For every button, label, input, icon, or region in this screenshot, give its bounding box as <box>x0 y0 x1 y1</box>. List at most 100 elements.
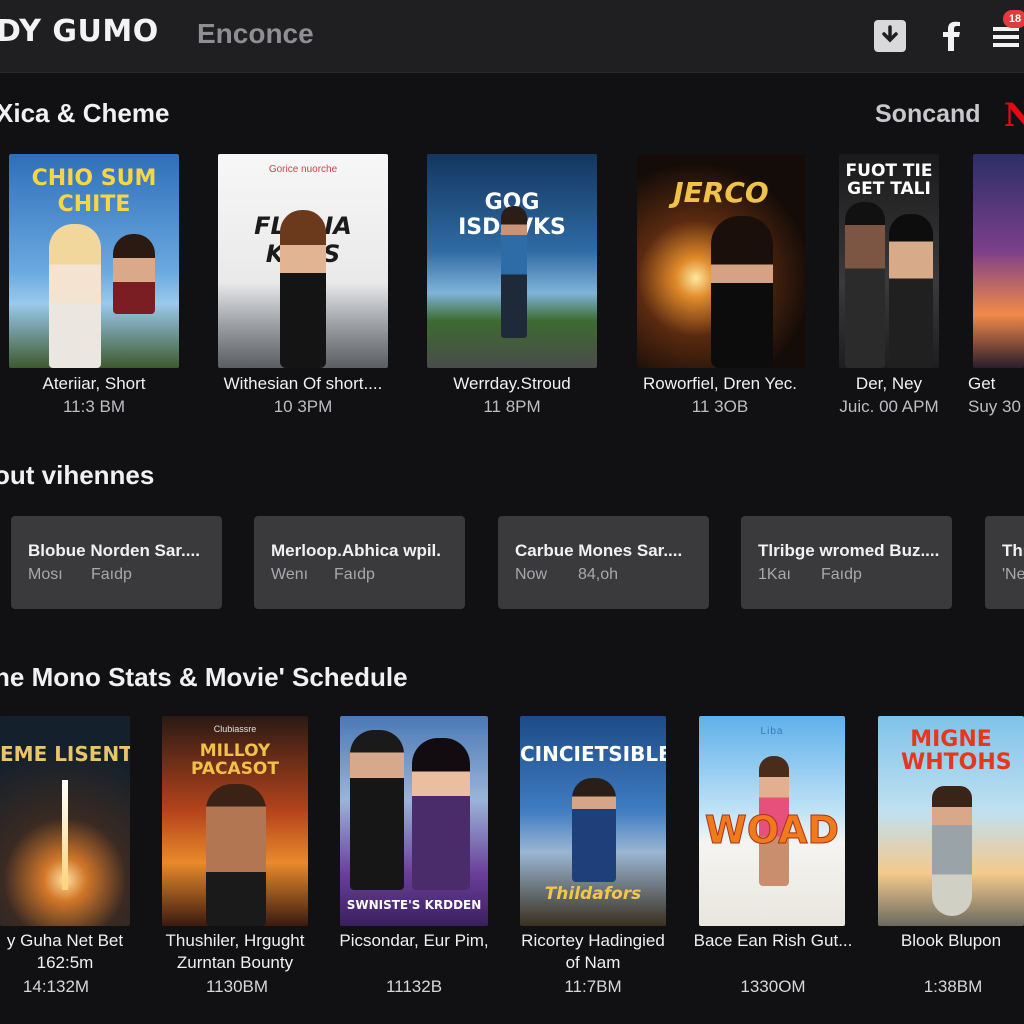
brand-letter: N <box>1004 96 1024 134</box>
poster-title: WOAD <box>704 808 840 853</box>
movie-title: Roworfiel, Dren Yec. <box>642 374 798 393</box>
card-title: Carbue Mones Sar.... <box>515 541 683 560</box>
movie-title: Bace Ean Rish Gut... <box>693 931 853 950</box>
movie-caption[interactable]: Ricortey Hadingied of Nam <box>493 930 693 974</box>
movie-title: Picsondar, Eur Pim, <box>339 931 489 950</box>
section-title: he Mono Stats & Movie' Schedule <box>0 662 408 692</box>
movie-caption[interactable]: Ateriiar, Short 11:3 BM <box>0 372 204 418</box>
card-meta: 'Ne <box>1002 566 1024 583</box>
movie-time: 11 8PM <box>483 397 541 416</box>
movie-caption[interactable]: Der, Ney Juic. 00 APM <box>779 372 999 418</box>
poster-figure <box>350 730 404 890</box>
movie-caption[interactable]: Picsondar, Eur Pim, <box>314 930 514 952</box>
section-title: out vihennes <box>0 460 155 490</box>
poster-figure <box>889 214 933 368</box>
card-meta: Now <box>515 566 548 583</box>
movie-caption[interactable]: Withesian Of short.... 10 3PM <box>193 372 413 418</box>
movie-caption[interactable]: Bace Ean Rish Gut... <box>673 930 873 952</box>
poster-figure <box>280 210 326 368</box>
movie-title: Werrday.Stroud <box>453 374 571 393</box>
card-meta: Faıdp <box>334 566 375 583</box>
movie-title: Ricortey Hadingied <box>521 931 665 950</box>
movie-poster[interactable]: Liba WOAD <box>699 716 845 926</box>
poster-figure <box>206 784 266 926</box>
nav-link[interactable]: Enconce <box>197 18 314 50</box>
search-link[interactable]: Soncand <box>875 100 981 129</box>
poster-subtitle: Thildafors <box>544 884 642 904</box>
movie-time: Juic. 00 APM <box>839 397 939 416</box>
poster-figure <box>845 202 885 368</box>
movie-subtitle: Zurntan Bounty <box>176 953 294 972</box>
poster-tagline: Clubiassre <box>213 724 257 734</box>
movie-subtitle: of Nam <box>565 953 621 972</box>
movie-time: 14:132M <box>22 977 90 996</box>
poster-title: SWNISTE'S KRDDEN <box>346 898 482 912</box>
movie-time: 11132B <box>385 977 443 996</box>
movie-poster[interactable]: SWNISTE'S KRDDEN <box>340 716 488 926</box>
movie-time: 1330OM <box>740 977 806 996</box>
movie-caption[interactable]: Werrday.Stroud 11 8PM <box>402 372 622 418</box>
download-icon[interactable] <box>872 18 908 54</box>
movie-poster[interactable]: JERCO <box>637 154 805 368</box>
card-meta: 84,oh <box>578 566 619 583</box>
movie-title: y Guha Net Bet <box>6 931 124 950</box>
poster-figure <box>932 786 972 916</box>
card-title: Tlribge wromed Buz.... <box>758 541 940 560</box>
top-bar: DY GUMO Enconce 18 <box>0 0 1024 73</box>
card-title: Blobue Norden Sar.... <box>28 541 200 560</box>
poster-figure <box>412 738 470 890</box>
show-card[interactable]: Carbue Mones Sar.... Now 84,oh <box>498 516 709 609</box>
card-meta: Faıdp <box>821 566 862 583</box>
poster-figure <box>501 206 527 338</box>
movie-poster[interactable]: Clubiassre MILLOY PACASOT <box>162 716 308 926</box>
movie-caption[interactable]: Get Suy 30 <box>968 372 1024 418</box>
poster-title: MIGNE WHTOHS <box>901 727 1012 775</box>
poster-title: CHIO SUM CHITE <box>31 166 157 217</box>
show-card[interactable]: Blobue Norden Sar.... Mosı Faıdp <box>11 516 222 609</box>
movie-poster[interactable]: FUOT TIE GET TALI <box>839 154 939 368</box>
card-title: Thı <box>1002 541 1024 560</box>
movie-poster[interactable]: MIGNE WHTOHS <box>878 716 1024 926</box>
poster-title: EME LISENTA <box>0 742 130 766</box>
poster-title: JERCO <box>673 176 769 209</box>
movie-caption[interactable]: Blook Blupon <box>851 930 1024 952</box>
movie-poster[interactable] <box>973 154 1024 368</box>
movie-poster[interactable]: CHIO SUM CHITE <box>9 154 179 368</box>
movie-poster[interactable]: Gorice nuorche FLADIA KUNS <box>218 154 388 368</box>
poster-tagline: Gorice nuorche <box>268 164 338 175</box>
movie-title: Ateriiar, Short <box>42 374 146 393</box>
movie-time: 10 3PM <box>273 397 333 416</box>
movie-poster[interactable]: GOG ISDAVKS <box>427 154 597 368</box>
card-meta: Mosı <box>28 566 63 583</box>
movie-time: Suy 30 <box>968 397 1021 416</box>
poster-title: FUOT TIE GET TALI <box>845 161 933 199</box>
movie-time: 11:7BM <box>564 977 622 996</box>
section-title: Xica & Cheme <box>0 98 170 128</box>
movie-title: Blook Blupon <box>900 931 1002 950</box>
movie-title: Thushiler, Hrgught <box>165 931 305 950</box>
card-title: Merloop.Abhica wpil. <box>271 541 442 560</box>
movie-time: 1:38BM <box>923 977 983 996</box>
movie-poster[interactable]: EME LISENTA <box>0 716 130 926</box>
movie-time: 11:3 BM <box>62 397 126 416</box>
poster-tagline: Liba <box>760 726 784 737</box>
card-meta: Wenı <box>271 566 309 583</box>
card-meta: Faıdp <box>91 566 132 583</box>
poster-beam <box>62 780 68 890</box>
notification-badge: 18 <box>1003 10 1024 28</box>
poster-figure <box>711 216 773 368</box>
poster-title: CINCIETSIBLE <box>520 742 666 766</box>
show-card[interactable]: Merloop.Abhica wpil. Wenı Faıdp <box>254 516 465 609</box>
card-meta: 1Kaı <box>758 566 791 583</box>
show-card[interactable]: Thı 'Ne <box>985 516 1024 609</box>
movie-caption[interactable]: Thushiler, Hrgught Zurntan Bounty <box>135 930 335 974</box>
facebook-icon[interactable] <box>934 18 970 54</box>
poster-figure <box>572 778 616 882</box>
movie-time: 1130BM <box>205 977 269 996</box>
brand-logo[interactable]: DY GUMO <box>0 14 159 49</box>
show-card[interactable]: Tlribge wromed Buz.... 1Kaı Faıdp <box>741 516 952 609</box>
movie-title: Get <box>968 374 996 393</box>
movie-poster[interactable]: CINCIETSIBLE Thildafors <box>520 716 666 926</box>
movie-title: Der, Ney <box>855 374 923 393</box>
poster-figure <box>49 224 101 368</box>
